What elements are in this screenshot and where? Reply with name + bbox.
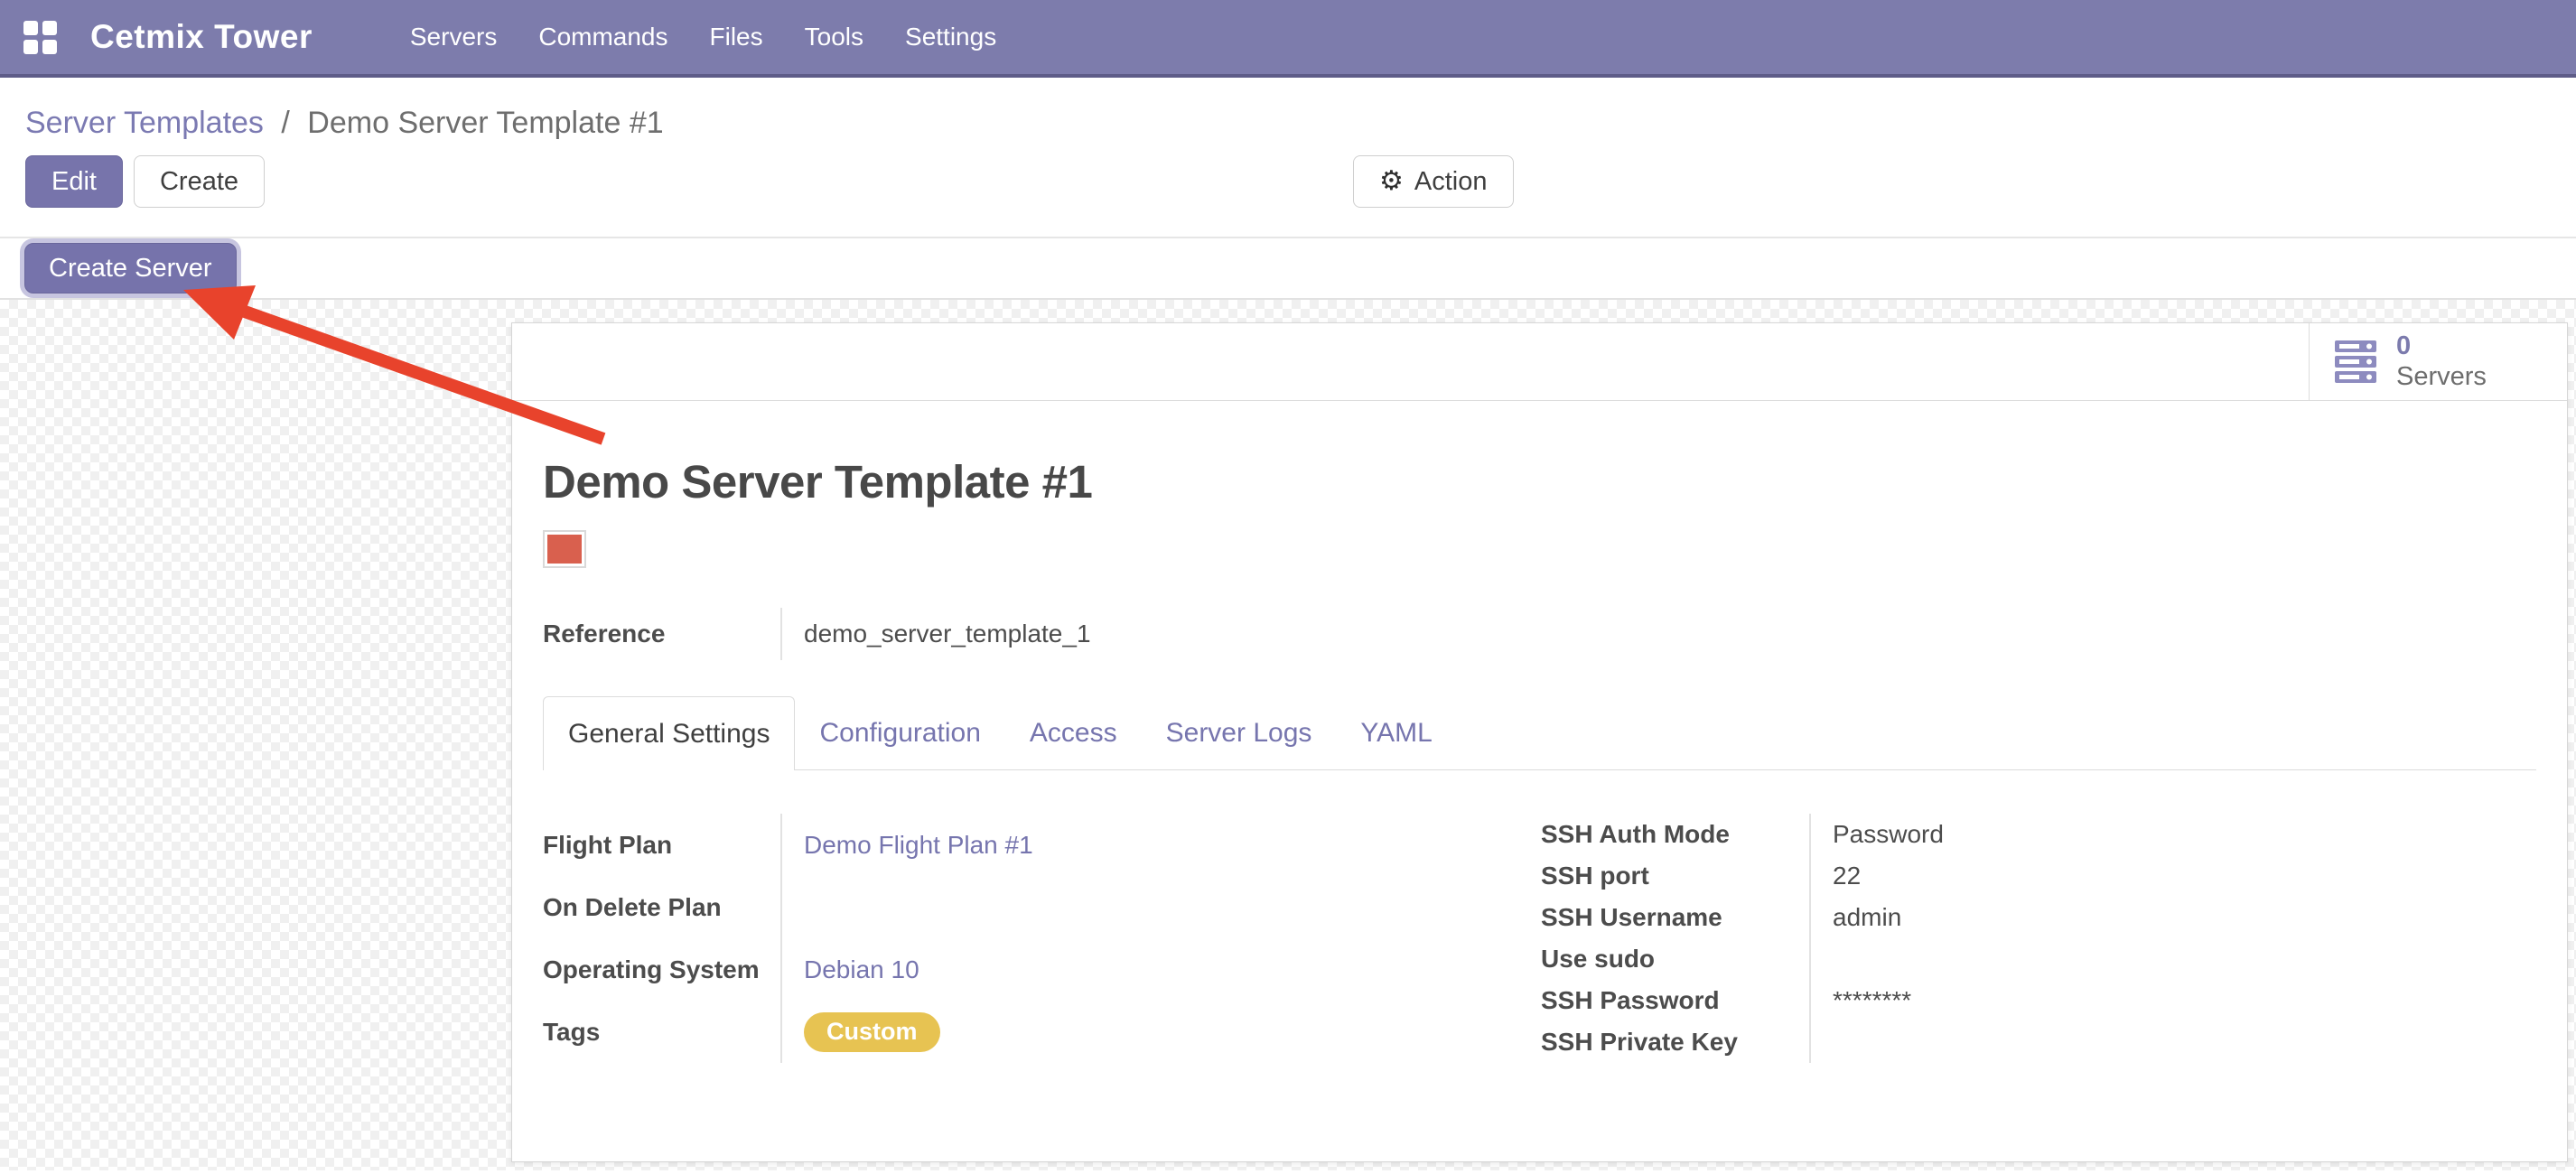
stat-text: 0 Servers	[2396, 331, 2487, 392]
servers-stat-button[interactable]: 0 Servers	[2309, 323, 2567, 400]
apps-menu-square	[42, 21, 57, 35]
content-area: 0 Servers Demo Server Template #1 Refere…	[0, 300, 2576, 1170]
field-label-ssh-username: SSH Username	[1541, 897, 1809, 938]
breadcrumb-current: Demo Server Template #1	[307, 106, 663, 140]
field-value-tags: Custom	[780, 1001, 1541, 1063]
color-picker-swatch[interactable]	[543, 530, 586, 568]
create-button[interactable]: Create	[134, 155, 265, 208]
apps-menu-icon[interactable]	[23, 21, 56, 53]
field-label-tags: Tags	[543, 1001, 780, 1063]
control-panel-buttons: Edit Create ⚙ Action	[25, 155, 2576, 208]
breadcrumb: Server Templates / Demo Server Template …	[25, 105, 2576, 141]
field-value-ssh-auth-mode: Password	[1809, 814, 2536, 855]
app-brand[interactable]: Cetmix Tower	[90, 18, 313, 56]
field-value-ssh-private-key	[1809, 1021, 2536, 1063]
stat-count: 0	[2396, 331, 2487, 361]
field-label-ssh-auth-mode: SSH Auth Mode	[1541, 814, 1809, 855]
menu-item-files[interactable]: Files	[710, 23, 763, 51]
tab-general-settings[interactable]: General Settings	[543, 696, 795, 770]
field-value-on-delete-plan	[780, 876, 1541, 938]
control-panel: Server Templates / Demo Server Template …	[0, 78, 2576, 237]
menu-item-servers[interactable]: Servers	[410, 23, 497, 51]
breadcrumb-parent-link[interactable]: Server Templates	[25, 106, 264, 140]
sheet-body: Demo Server Template #1 Reference demo_s…	[512, 455, 2567, 1063]
left-field-group: Flight Plan Demo Flight Plan #1 On Delet…	[543, 814, 1541, 1063]
field-value-ssh-password: ********	[1809, 980, 2536, 1021]
field-label-on-delete-plan: On Delete Plan	[543, 876, 780, 938]
tab-yaml[interactable]: YAML	[1336, 696, 1456, 769]
right-field-group: SSH Auth Mode Password SSH port 22 SSH U…	[1541, 814, 2536, 1063]
reference-field-group: Reference demo_server_template_1	[543, 608, 1356, 660]
breadcrumb-separator: /	[281, 106, 289, 140]
apps-menu-square	[23, 40, 38, 54]
field-label-use-sudo: Use sudo	[1541, 938, 1809, 980]
record-title: Demo Server Template #1	[543, 455, 2536, 508]
gear-icon: ⚙	[1379, 168, 1404, 195]
action-button-label: Action	[1414, 167, 1488, 197]
field-value-ssh-username: admin	[1809, 897, 2536, 938]
field-value-reference: demo_server_template_1	[780, 608, 1356, 660]
flight-plan-link[interactable]: Demo Flight Plan #1	[804, 831, 1033, 860]
field-label-reference: Reference	[543, 608, 780, 660]
menu-item-commands[interactable]: Commands	[538, 23, 667, 51]
color-swatch-fill	[547, 535, 582, 564]
operating-system-link[interactable]: Debian 10	[804, 955, 919, 984]
main-menu: Servers Commands Files Tools Settings	[410, 23, 996, 51]
field-label-flight-plan: Flight Plan	[543, 814, 780, 876]
create-server-button[interactable]: Create Server	[24, 243, 237, 294]
apps-menu-square	[42, 40, 57, 54]
tag-badge-custom[interactable]: Custom	[804, 1012, 940, 1052]
field-label-ssh-password: SSH Password	[1541, 980, 1809, 1021]
menu-item-settings[interactable]: Settings	[905, 23, 996, 51]
notebook-tabs: General Settings Configuration Access Se…	[543, 696, 2536, 770]
server-stack-icon	[2335, 340, 2380, 384]
menu-item-tools[interactable]: Tools	[805, 23, 863, 51]
field-groups: Flight Plan Demo Flight Plan #1 On Delet…	[543, 814, 2536, 1063]
field-label-ssh-port: SSH port	[1541, 855, 1809, 897]
tab-configuration[interactable]: Configuration	[795, 696, 1004, 769]
form-sheet: 0 Servers Demo Server Template #1 Refere…	[511, 322, 2568, 1162]
field-value-use-sudo	[1809, 938, 2536, 980]
action-button[interactable]: ⚙ Action	[1353, 155, 1514, 208]
statusbar: Create Server	[0, 237, 2576, 300]
top-navbar: Cetmix Tower Servers Commands Files Tool…	[0, 0, 2576, 78]
stat-label: Servers	[2396, 362, 2487, 392]
field-label-ssh-private-key: SSH Private Key	[1541, 1021, 1809, 1063]
field-value-ssh-port: 22	[1809, 855, 2536, 897]
stat-button-row: 0 Servers	[512, 323, 2567, 401]
field-value-operating-system: Debian 10	[780, 938, 1541, 1001]
tab-access[interactable]: Access	[1005, 696, 1142, 769]
edit-button[interactable]: Edit	[25, 155, 123, 208]
field-label-operating-system: Operating System	[543, 938, 780, 1001]
apps-menu-square	[23, 21, 38, 35]
field-value-flight-plan: Demo Flight Plan #1	[780, 814, 1541, 876]
tab-server-logs[interactable]: Server Logs	[1142, 696, 1337, 769]
